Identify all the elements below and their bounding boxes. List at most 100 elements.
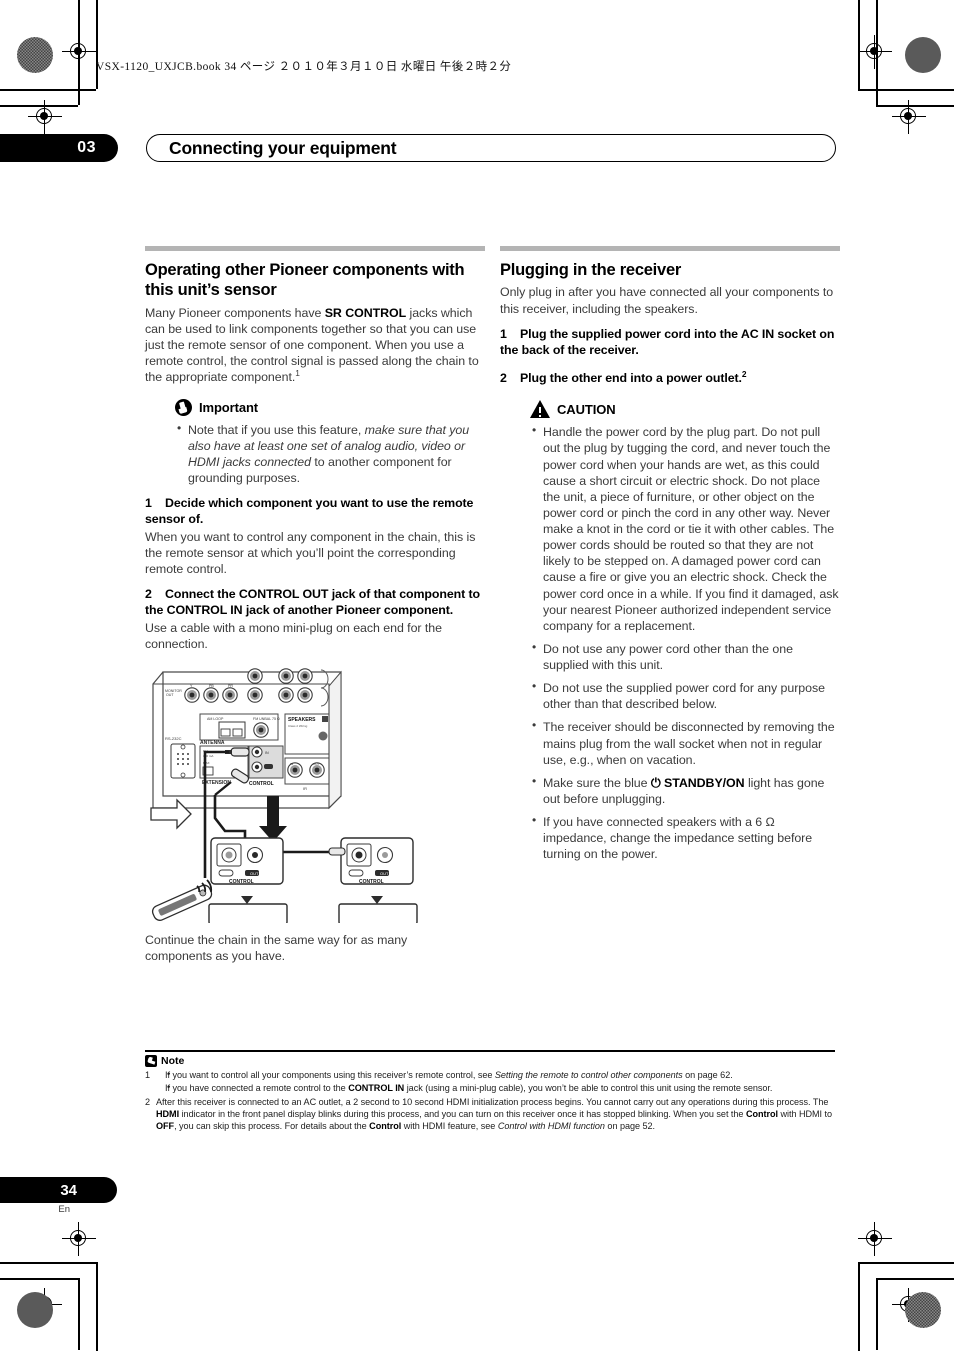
crop-mark bbox=[876, 1278, 954, 1280]
caution-bullet-list: Handle the power cord by the plug part. … bbox=[530, 423, 840, 862]
remote-control-icon bbox=[151, 884, 213, 921]
crop-mark bbox=[96, 0, 98, 89]
off-keyword: OFF bbox=[156, 1120, 175, 1131]
left-section-heading: Operating other Pioneer components with … bbox=[145, 261, 465, 300]
svg-text:OUT: OUT bbox=[313, 762, 320, 766]
note-icon bbox=[145, 1054, 157, 1067]
crop-mark bbox=[0, 1278, 78, 1280]
crop-mark bbox=[78, 1278, 80, 1350]
control-hdmi-function-ref: Control with HDMI function bbox=[497, 1120, 605, 1131]
halftone-dot-mark bbox=[905, 1292, 941, 1328]
sub-text-italic: Setting the remote to control other comp… bbox=[494, 1069, 683, 1080]
section-rule bbox=[145, 246, 485, 251]
left-step-2-title: 2 Connect the CONTROL OUT jack of that co… bbox=[145, 587, 485, 619]
list-item: Do not use the supplied power cord for a… bbox=[530, 679, 840, 712]
svg-text:CONTROL: CONTROL bbox=[359, 879, 384, 885]
hdmi-keyword: HDMI bbox=[156, 1108, 180, 1119]
svg-text:FM UNBAL 75 Ω: FM UNBAL 75 Ω bbox=[253, 717, 280, 721]
footnote-2: 2 After this receiver is connected to an … bbox=[145, 1096, 835, 1132]
crop-mark bbox=[858, 1262, 954, 1264]
list-item: Do not use any power cord other than the… bbox=[530, 640, 840, 673]
step-number: 1 bbox=[500, 326, 507, 341]
footnote-sub-bullet: If you want to control all your componen… bbox=[156, 1068, 835, 1081]
svg-text:CONTROL: CONTROL bbox=[249, 781, 274, 787]
crop-mark bbox=[858, 89, 954, 91]
important-callout-header: Important bbox=[175, 398, 485, 416]
step-number: 2 bbox=[145, 587, 152, 602]
right-step-2-title: 2 Plug the other end into a power outlet.… bbox=[500, 369, 840, 387]
step-title-text: Connect the CONTROL OUT jack of that com… bbox=[145, 587, 480, 618]
important-icon bbox=[175, 398, 192, 416]
step-number: 1 bbox=[145, 496, 152, 511]
note-header: Note bbox=[145, 1054, 835, 1067]
page-number: 34 bbox=[0, 1177, 117, 1203]
registration-mark bbox=[858, 35, 892, 69]
control-in-keyword: CONTROL IN bbox=[348, 1082, 405, 1093]
manual-page: VSX-1120_UXJCB.book 34 ページ ２０１０年３月１０日 水曜… bbox=[0, 0, 954, 1351]
footnote-ref-1: 1 bbox=[295, 368, 300, 379]
caution-callout-header: CAUTION bbox=[530, 400, 840, 419]
footnote-ref-2: 2 bbox=[741, 369, 747, 380]
chapter-number: 03 bbox=[0, 134, 118, 162]
left-step-1-body: When you want to control any component i… bbox=[145, 529, 476, 577]
note2-text5: with HDMI feature, see bbox=[401, 1120, 498, 1131]
caution-label: CAUTION bbox=[557, 401, 616, 417]
left-step-2-body: Use a cable with a mono mini-plug on eac… bbox=[145, 620, 442, 652]
sub-text-part1: If you have connected a remote control t… bbox=[165, 1082, 349, 1093]
step-title-text: Decide which component you want to use t… bbox=[145, 496, 474, 526]
svg-text:OUT: OUT bbox=[166, 693, 174, 697]
chapter-title: Connecting your equipment bbox=[146, 134, 836, 162]
left-column: Operating other Pioneer components with … bbox=[145, 246, 485, 661]
bullet-text-part1: Note that if you use this feature, bbox=[188, 422, 365, 437]
svg-text:SPEAKERS: SPEAKERS bbox=[288, 717, 316, 723]
registration-mark bbox=[858, 1222, 892, 1256]
standby-text-part1: Make sure the blue bbox=[543, 775, 651, 790]
halftone-dot-mark bbox=[905, 37, 941, 73]
list-item: Make sure the blue ⏻ STANDBY/ON light ha… bbox=[530, 774, 840, 807]
crop-mark bbox=[0, 1262, 96, 1264]
crop-mark bbox=[0, 89, 96, 91]
registration-mark bbox=[28, 100, 62, 134]
ohm-symbol: Ω bbox=[765, 815, 775, 830]
right-step-1-title: 1 Plug the supplied power cord into the A… bbox=[500, 327, 840, 359]
important-bullet-list: Note that if you use this feature, make … bbox=[175, 421, 485, 487]
intro-text-part1: Many Pioneer components have bbox=[145, 305, 325, 320]
note-label: Note bbox=[161, 1054, 185, 1067]
page-language: En bbox=[58, 1204, 70, 1215]
list-item: The receiver should be disconnected by r… bbox=[530, 718, 840, 767]
halftone-dot-mark bbox=[17, 37, 53, 73]
note2-text4: , you can skip this process. For details… bbox=[174, 1120, 370, 1131]
sr-control-keyword: SR CONTROL bbox=[324, 305, 407, 320]
svg-text:OUT: OUT bbox=[250, 871, 259, 876]
note2-text1: After this receiver is connected to an A… bbox=[156, 1096, 829, 1107]
footnote-number: 2 bbox=[145, 1096, 151, 1107]
svg-text:CONTROL: CONTROL bbox=[229, 879, 254, 885]
step-number: 2 bbox=[500, 371, 507, 386]
impedance-text-part2: impedance, change the impedance setting … bbox=[543, 831, 813, 862]
sub-text-part1: If you want to control all your componen… bbox=[165, 1069, 495, 1080]
left-closing-paragraph: Continue the chain in the same way for a… bbox=[145, 933, 408, 964]
list-item: Handle the power cord by the plug part. … bbox=[530, 423, 840, 634]
svg-text:OUT: OUT bbox=[380, 871, 389, 876]
crop-mark bbox=[96, 1262, 98, 1351]
sub-text-part2: on page 62. bbox=[682, 1069, 733, 1080]
svg-text:RS-232C: RS-232C bbox=[165, 736, 182, 741]
diagram-svg: MONITOR OUT Y PB PR AM LOOP FM UNBAL 75 … bbox=[150, 668, 418, 928]
registration-mark bbox=[62, 1222, 96, 1256]
control-chain-diagram: MONITOR OUT Y PB PR AM LOOP FM UNBAL 75 … bbox=[145, 668, 485, 928]
step-title-text: Plug the supplied power cord into the AC… bbox=[500, 326, 835, 357]
crop-mark bbox=[876, 1278, 878, 1350]
svg-text:AM LOOP: AM LOOP bbox=[207, 717, 224, 721]
note2-text3: with HDMI to bbox=[777, 1108, 833, 1119]
footnote-sub-bullet: If you have connected a remote control t… bbox=[156, 1081, 835, 1094]
chapter-header: 03 Connecting your equipment bbox=[0, 134, 836, 162]
registration-mark bbox=[892, 100, 926, 134]
component-right: OUT CONTROL bbox=[328, 837, 418, 928]
list-item: If you have connected speakers with a 6 … bbox=[530, 813, 840, 862]
power-symbol-icon: ⏻ bbox=[650, 774, 661, 790]
step-title-text: Plug the other end into a power outlet. bbox=[520, 371, 742, 386]
svg-text:ANTENNA: ANTENNA bbox=[200, 740, 225, 746]
svg-text:Class 2 Wiring: Class 2 Wiring bbox=[288, 724, 308, 728]
component-left: OUT CONTROL bbox=[208, 837, 288, 928]
print-header-line: VSX-1120_UXJCB.book 34 ページ ２０１０年３月１０日 水曜… bbox=[96, 61, 512, 73]
